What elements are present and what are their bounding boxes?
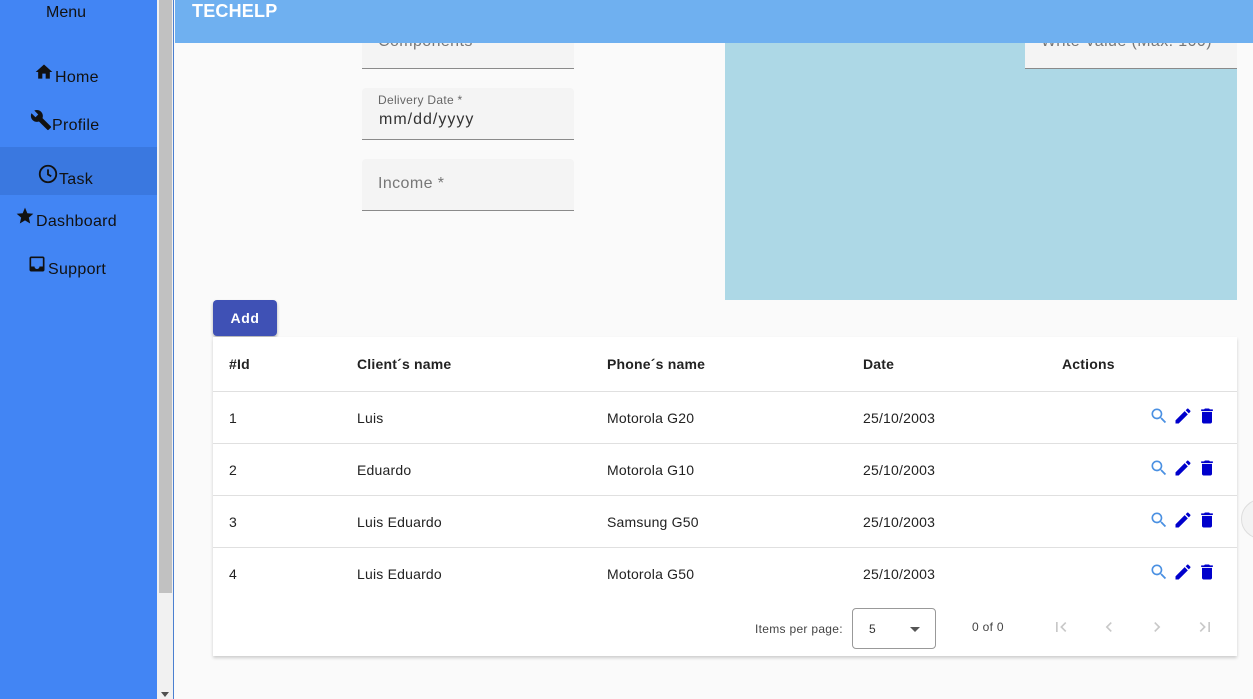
table-row: 1 Luis Motorola G20 25/10/2003 [213, 392, 1237, 444]
income-field[interactable]: Income * [362, 159, 574, 211]
row-actions [1149, 457, 1217, 479]
app-header-overlay: TECHELP [175, 0, 1253, 43]
cell-phone: Motorola G10 [607, 461, 695, 478]
header-id: #Id [229, 356, 250, 372]
table-row: 4 Luis Eduardo Motorola G50 25/10/2003 [213, 548, 1237, 600]
sidebar-item-label: Home [55, 69, 99, 86]
page-size-value: 5 [869, 622, 876, 636]
clock-icon [37, 163, 59, 185]
search-icon[interactable] [1149, 457, 1169, 479]
tasks-table: #Id Client´s name Phone´s name Date Acti… [213, 337, 1237, 656]
floating-scroll-button[interactable] [1241, 499, 1253, 539]
cell-client: Eduardo [357, 461, 412, 478]
edit-pencil-icon[interactable] [1173, 405, 1193, 427]
delete-trash-icon[interactable] [1197, 509, 1217, 531]
cell-date: 25/10/2003 [863, 566, 936, 582]
last-page-icon [1199, 622, 1210, 632]
cell-id: 4 [229, 566, 237, 582]
preview-panel [725, 43, 1237, 300]
cell-phone: Motorola G50 [607, 566, 695, 582]
table-header-row: #Id Client´s name Phone´s name Date Acti… [213, 337, 1237, 392]
chevron-left-icon [1105, 622, 1112, 632]
income-placeholder: Income * [378, 175, 445, 192]
sidebar-item-label: Profile [52, 117, 100, 134]
edit-pencil-icon[interactable] [1173, 457, 1193, 479]
row-actions [1149, 405, 1217, 427]
previous-page-button[interactable] [1097, 615, 1121, 639]
scrollbar-thumb[interactable] [159, 0, 172, 593]
cell-date: 25/10/2003 [863, 513, 936, 530]
header-date: Date [863, 356, 895, 372]
menu-title: Menu [45, 4, 87, 21]
next-page-button[interactable] [1145, 615, 1169, 639]
brand-title: TECHELP [192, 1, 278, 21]
first-page-button[interactable] [1049, 615, 1073, 639]
cell-phone: Motorola G20 [607, 409, 695, 426]
sidebar-item-task[interactable]: Task [0, 147, 157, 195]
first-page-icon [1056, 622, 1067, 632]
sidebar-item-label: Task [59, 171, 94, 188]
sidebar-item-label: Support [48, 261, 107, 278]
row-actions [1149, 561, 1217, 583]
inbox-icon [26, 253, 48, 275]
edit-pencil-icon[interactable] [1173, 509, 1193, 531]
delivery-date-field[interactable]: Delivery Date * mm/dd/yyyy [362, 88, 574, 140]
cell-client: Luis Eduardo [357, 513, 442, 530]
paginator: Items per page: 5 0 of 0 [213, 605, 1237, 653]
delete-trash-icon[interactable] [1197, 457, 1217, 479]
cell-client: Luis Eduardo [357, 566, 442, 582]
cell-client: Luis [357, 409, 384, 426]
sidebar-item-label: Dashboard [36, 213, 117, 230]
search-icon[interactable] [1149, 561, 1169, 583]
cell-date: 25/10/2003 [863, 461, 936, 478]
table-row: 3 Luis Eduardo Samsung G50 25/10/2003 [213, 496, 1237, 548]
dropdown-arrow-icon [910, 627, 920, 632]
last-page-button[interactable] [1193, 615, 1217, 639]
cell-id: 3 [229, 513, 237, 530]
range-label: 0 of 0 [972, 620, 1004, 634]
cell-id: 1 [229, 409, 237, 426]
edit-pencil-icon[interactable] [1173, 561, 1193, 583]
chevron-right-icon [1154, 622, 1161, 632]
table-row: 2 Eduardo Motorola G10 25/10/2003 [213, 444, 1237, 496]
delete-trash-icon[interactable] [1197, 405, 1217, 427]
header-client: Client´s name [357, 356, 452, 372]
search-icon[interactable] [1149, 509, 1169, 531]
delivery-date-value: mm/dd/yyyy [379, 111, 475, 128]
cell-phone: Samsung G50 [607, 513, 699, 530]
delete-trash-icon[interactable] [1197, 561, 1217, 583]
row-actions [1149, 509, 1217, 531]
home-icon [33, 61, 55, 83]
sidebar-item-home[interactable]: Home [33, 45, 157, 93]
header-actions: Actions [1062, 356, 1115, 372]
scroll-down-arrow-icon[interactable] [161, 692, 169, 697]
add-button[interactable]: Add [213, 300, 277, 336]
sidebar: Menu Home Profile Task Dashboard Support [0, 0, 157, 699]
sidebar-scrollbar[interactable] [157, 0, 174, 699]
sidebar-item-support[interactable]: Support [26, 237, 157, 285]
delivery-date-label: Delivery Date * [378, 93, 463, 107]
star-icon [14, 205, 36, 227]
cell-id: 2 [229, 461, 237, 478]
items-per-page-label: Items per page: [755, 622, 843, 636]
cell-date: 25/10/2003 [863, 409, 936, 426]
wrench-icon [30, 109, 52, 131]
header-phone: Phone´s name [607, 356, 706, 372]
sidebar-item-profile[interactable]: Profile [30, 93, 157, 141]
items-per-page-select[interactable]: 5 [852, 608, 936, 649]
search-icon[interactable] [1149, 405, 1169, 427]
sidebar-item-dashboard[interactable]: Dashboard [14, 189, 157, 237]
